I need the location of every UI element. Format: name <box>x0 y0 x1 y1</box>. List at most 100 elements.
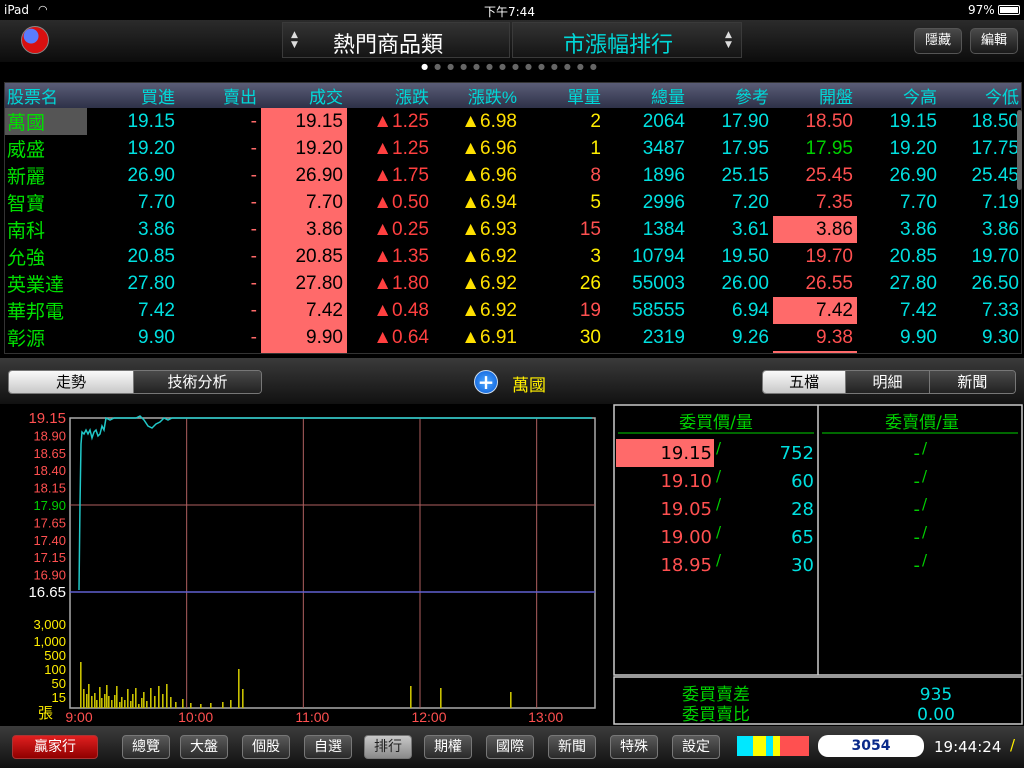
table-cell: - <box>250 299 257 321</box>
ask-price[interactable]: - <box>914 555 921 576</box>
table-row[interactable]: 英業達 27.80-27.80 ▲1.80 ▲6.92 26 55003 26.00 26.5… <box>5 270 1021 297</box>
page-indicator[interactable]: ●●●●●●●●●●●●●● <box>0 62 1024 76</box>
table-row[interactable]: 華邦電 7.42-7.42 ▲0.48 ▲6.92 19 58555 6.94 7.42 7.4… <box>5 297 1021 324</box>
nav-tab[interactable]: 自選 <box>304 735 352 759</box>
nav-tab[interactable]: 設定 <box>672 735 720 759</box>
ranking-selector[interactable]: 市漲幅排行 ▲ ▼ <box>512 22 742 58</box>
bid-price[interactable]: 19.05 <box>660 499 712 520</box>
price-tick-label: 17.40 <box>33 533 66 548</box>
table-cell: 7.70 <box>900 191 937 213</box>
table-scrollbar[interactable] <box>1017 110 1022 190</box>
battery-icon <box>998 5 1020 15</box>
table-cell: 7.42 <box>138 299 175 321</box>
bid-price[interactable]: 19.15 <box>660 443 712 464</box>
table-row[interactable]: 彰源 9.90-9.90 ▲0.64 ▲6.91 30 2319 9.26 9.38 9.90 9… <box>5 324 1021 351</box>
volume-bar <box>154 696 156 708</box>
table-cell: 19 <box>579 299 601 321</box>
price-tick-label: 18.40 <box>33 463 66 478</box>
col-header[interactable]: 今低 <box>941 83 1021 108</box>
table-cell: 19.20 <box>127 137 175 159</box>
ask-price[interactable]: - <box>914 471 921 492</box>
table-cell: 55003 <box>632 272 685 294</box>
tab-technical[interactable]: 技術分析 <box>134 371 261 393</box>
nav-tab[interactable]: 期權 <box>424 735 472 759</box>
device-label: iPad <box>4 3 30 17</box>
table-cell: 19.20 <box>261 135 347 162</box>
table-cell: 7.20 <box>732 191 769 213</box>
index-value[interactable]: 3054 <box>818 735 924 757</box>
table-cell: ▲6.94 <box>461 191 517 213</box>
table-cell: - <box>250 110 257 132</box>
table-cell: - <box>250 191 257 213</box>
bid-qty: 28 <box>791 499 814 520</box>
ask-price[interactable]: - <box>914 443 921 464</box>
category-selector[interactable]: ▲ ▼ 熱門商品類 <box>282 22 510 58</box>
ask-price[interactable]: - <box>914 499 921 520</box>
table-cell: 17.95 <box>805 137 853 159</box>
col-header[interactable]: 總量 <box>605 83 689 108</box>
add-watchlist-icon[interactable]: + <box>474 370 498 394</box>
nav-tab[interactable]: 特殊 <box>610 735 658 759</box>
hide-button[interactable]: 隱藏 <box>914 28 962 54</box>
table-row[interactable]: 南科 3.86-3.86 ▲0.25 ▲6.93 15 1384 3.61 3.86 3.86 3… <box>5 216 1021 243</box>
table-cell: - <box>250 272 257 294</box>
nav-tab[interactable]: 個股 <box>242 735 290 759</box>
tab-news[interactable]: 新聞 <box>929 371 1015 393</box>
intraday-chart[interactable]: 19.1518.90 18.65 18.40 18.15 17.90 17.65 17.40… <box>0 404 612 726</box>
table-cell: 19.15 <box>127 110 175 132</box>
bid-ask-diff-label: 委買賣差 <box>682 685 750 705</box>
nav-tab[interactable]: 大盤 <box>180 735 228 759</box>
col-header[interactable]: 成交 <box>261 83 347 108</box>
col-header[interactable]: 漲跌% <box>433 83 521 108</box>
table-cell: 7.35 <box>816 191 853 213</box>
nav-tab[interactable]: 新聞 <box>548 735 596 759</box>
table-row[interactable]: 允強 20.85-20.85 ▲1.35 ▲6.92 3 10794 19.50 19.70 2… <box>5 243 1021 270</box>
volume-bar <box>143 692 145 708</box>
col-header[interactable]: 參考 <box>689 83 773 108</box>
tab-five-levels[interactable]: 五檔 <box>763 371 847 393</box>
nav-tab[interactable]: 總覽 <box>122 735 170 759</box>
nav-tab[interactable]: 國際 <box>486 735 534 759</box>
col-header[interactable]: 賣出 <box>179 83 261 108</box>
tab-trend[interactable]: 走勢 <box>9 371 135 393</box>
table-cell: ▲0.64 <box>373 326 429 348</box>
ranking-table[interactable]: 股票名 買進 賣出 成交 漲跌 漲跌% 單量 總量 參考 開盤 今高 今低 萬國… <box>4 82 1022 354</box>
volume-tick-label: 100 <box>44 662 66 677</box>
table-cell: 3 <box>590 245 601 267</box>
table-cell: 7.33 <box>982 299 1019 321</box>
col-header[interactable]: 股票名 <box>5 83 87 108</box>
table-row[interactable]: 萬國 19.15-19.15 ▲1.25 ▲6.98 2 2064 17.90 18.50 19… <box>5 108 1021 135</box>
table-row[interactable]: 威盛 19.20-19.20 ▲1.25 ▲6.96 1 3487 17.95 17.95 19… <box>5 135 1021 162</box>
table-cell: 13.15 <box>773 351 857 353</box>
col-header[interactable]: 買進 <box>87 83 179 108</box>
nav-tab[interactable]: 排行 <box>364 735 412 759</box>
volume-bar <box>410 686 412 708</box>
table-row[interactable]: 新麗 26.90-26.90 ▲1.75 ▲6.96 8 1896 25.15 25.45 26… <box>5 162 1021 189</box>
bid-price[interactable]: 19.10 <box>660 471 712 492</box>
col-header[interactable]: 今高 <box>857 83 941 108</box>
ask-price[interactable]: - <box>914 527 921 548</box>
stock-name-cell: 智寶 <box>7 194 46 215</box>
col-header[interactable]: 開盤 <box>773 83 857 108</box>
col-header[interactable]: 單量 <box>521 83 605 108</box>
volume-bar <box>132 694 134 708</box>
table-cell: ▲6.93 <box>461 218 517 240</box>
table-cell: - <box>250 164 257 186</box>
table-cell: 20.85 <box>889 245 937 267</box>
col-header[interactable]: 漲跌 <box>347 83 433 108</box>
table-cell: 7.42 <box>900 299 937 321</box>
tab-details[interactable]: 明細 <box>846 371 930 393</box>
edit-button[interactable]: 編輯 <box>970 28 1018 54</box>
table-cell: 25.45 <box>971 164 1019 186</box>
table-row[interactable]: 錩泰13.15-13.15▲0.85▲6.91136912.3013.1513.… <box>5 351 1021 353</box>
volume-bar <box>121 697 123 708</box>
table-cell: 19.20 <box>889 137 937 159</box>
table-row[interactable]: 智寶 7.70-7.70 ▲0.50 ▲6.94 5 2996 7.20 7.35 7.70 7.… <box>5 189 1021 216</box>
brand-button[interactable]: 贏家行 <box>12 735 98 759</box>
volume-bar <box>166 684 168 708</box>
taiwan-flag-icon[interactable] <box>21 26 49 54</box>
bid-price[interactable]: 18.95 <box>660 555 712 576</box>
table-cell: 17.75 <box>971 137 1019 159</box>
table-cell: 58555 <box>632 299 685 321</box>
bid-price[interactable]: 19.00 <box>660 527 712 548</box>
